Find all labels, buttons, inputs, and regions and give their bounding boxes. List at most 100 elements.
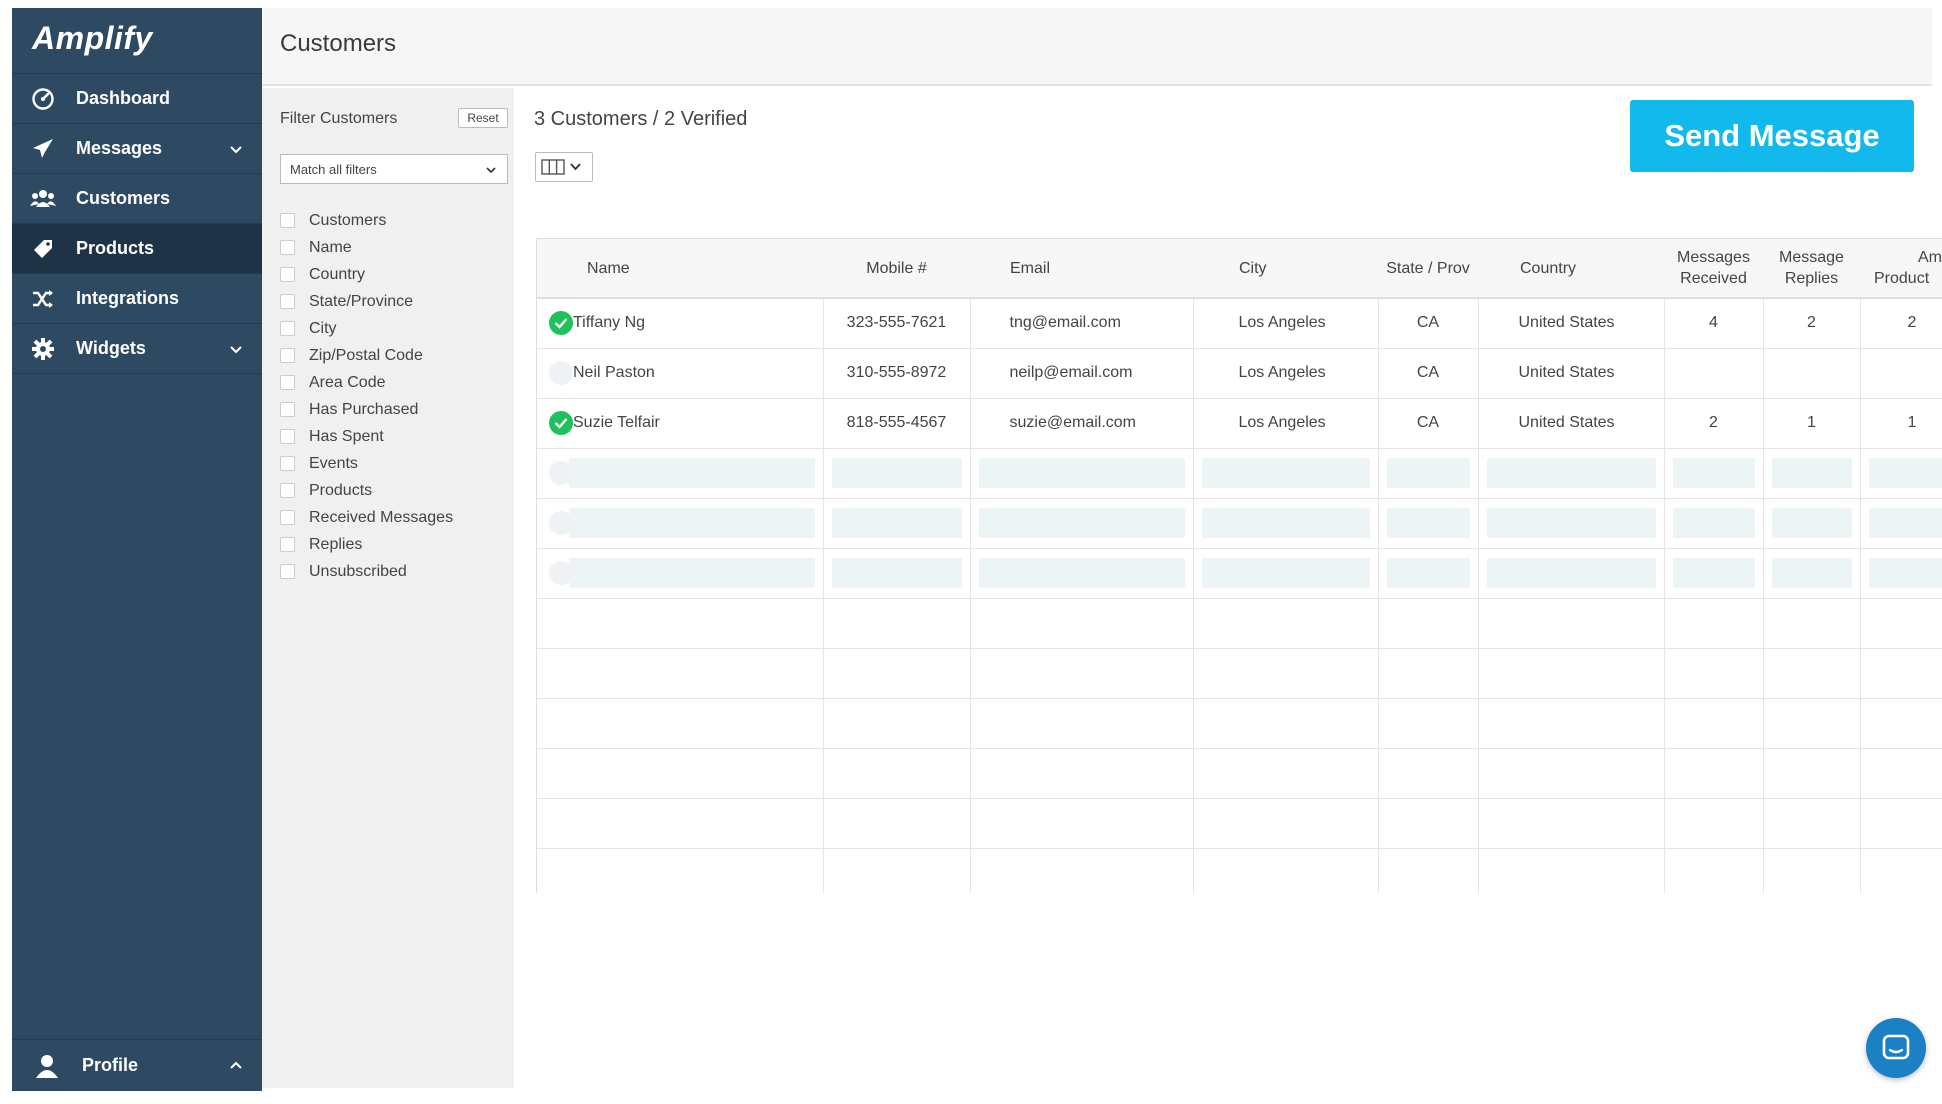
sidebar-item-label: Messages — [76, 138, 163, 158]
empty-row — [537, 698, 1942, 749]
checkbox[interactable] — [280, 240, 295, 255]
placeholder-row — [537, 448, 1942, 499]
column-header-name[interactable]: Name — [573, 239, 823, 299]
placeholder-cell — [1378, 448, 1479, 499]
filter-option[interactable]: State/Province — [280, 288, 453, 315]
table-row[interactable]: Tiffany Ng 323-555-7621 tng@email.com Lo… — [537, 298, 1942, 349]
empty-cell — [823, 748, 971, 799]
filter-option[interactable]: City — [280, 315, 453, 342]
empty-cell — [1378, 798, 1479, 849]
checkbox[interactable] — [280, 213, 295, 228]
header-line: Messages — [1677, 249, 1750, 266]
skeleton-bar — [1868, 508, 1942, 538]
sidebar-item-dashboard[interactable]: Dashboard — [12, 74, 262, 124]
empty-cell — [1664, 598, 1764, 649]
filter-option[interactable]: Unsubscribed — [280, 558, 453, 585]
reset-button[interactable]: Reset — [458, 108, 508, 128]
checkbox[interactable] — [280, 267, 295, 282]
column-header-city[interactable]: City — [1193, 239, 1378, 299]
skeleton-bar — [1868, 558, 1942, 588]
filter-option[interactable]: Name — [280, 234, 453, 261]
table-row[interactable]: Neil Paston 310-555-8972 neilp@email.com… — [537, 348, 1942, 399]
checkbox[interactable] — [280, 537, 295, 552]
table-header-row: Name Mobile # Email City State / Prov Co… — [537, 239, 1942, 299]
checkbox[interactable] — [280, 294, 295, 309]
placeholder-cell — [1478, 548, 1665, 599]
empty-cell — [573, 798, 824, 849]
column-header-mobile[interactable]: Mobile # — [823, 239, 970, 299]
placeholder-cell — [970, 498, 1194, 549]
send-message-button[interactable]: Send Message — [1630, 100, 1914, 172]
sidebar-item-label: Widgets — [76, 338, 146, 358]
cell-country: United States — [1478, 348, 1665, 399]
skeleton-bar — [1771, 458, 1852, 488]
placeholder-cell — [823, 548, 971, 599]
filter-option[interactable]: Received Messages — [280, 504, 453, 531]
filter-option[interactable]: Zip/Postal Code — [280, 342, 453, 369]
checkbox[interactable] — [280, 348, 295, 363]
chevron-up-icon[interactable] — [226, 1056, 246, 1076]
sidebar-item-integrations[interactable]: Integrations — [12, 274, 262, 324]
empty-cell — [1378, 848, 1479, 893]
placeholder-cell — [1860, 498, 1942, 549]
checkbox[interactable] — [280, 375, 295, 390]
sidebar-item-products[interactable]: Products — [12, 224, 262, 274]
checkbox[interactable] — [280, 429, 295, 444]
empty-cell — [1378, 598, 1479, 649]
sidebar-item-widgets[interactable]: Widgets — [12, 324, 262, 374]
empty-cell — [1664, 698, 1764, 749]
sidebar-item-messages[interactable]: Messages — [12, 124, 262, 174]
empty-cell — [1193, 598, 1379, 649]
checkbox[interactable] — [280, 402, 295, 417]
checkbox[interactable] — [280, 510, 295, 525]
cell-message-replies: 2 — [1763, 298, 1861, 349]
sidebar-item-customers[interactable]: Customers — [12, 174, 262, 224]
cell-messages-received — [1664, 348, 1764, 399]
column-header-messages-received[interactable]: Messages Received — [1664, 239, 1763, 299]
filter-option[interactable]: Products — [280, 477, 453, 504]
column-picker-button[interactable] — [535, 152, 593, 182]
column-header-message-replies[interactable]: Message Replies — [1763, 239, 1860, 299]
skeleton-bar — [1868, 458, 1942, 488]
filter-option[interactable]: Customers — [280, 207, 453, 234]
cell-name: Tiffany Ng — [573, 298, 824, 349]
sidebar-profile[interactable]: Profile — [12, 1039, 262, 1091]
profile-label: Profile — [82, 1055, 139, 1075]
skeleton-bar — [978, 508, 1185, 538]
filter-option[interactable]: Has Spent — [280, 423, 453, 450]
empty-cell — [1193, 648, 1379, 699]
cell-mobile: 323-555-7621 — [823, 298, 971, 349]
match-filters-select[interactable]: Match all filters — [280, 154, 508, 184]
column-header-amount-products[interactable]: Am Product — [1860, 239, 1942, 299]
chevron-down-icon[interactable] — [226, 339, 246, 359]
chevron-down-icon[interactable] — [226, 139, 246, 159]
empty-cell — [537, 648, 573, 699]
empty-cell — [970, 798, 1194, 849]
empty-row — [537, 648, 1942, 699]
sidebar: Amplify Dashboard Messages Customers Pro… — [12, 8, 262, 1091]
skeleton-bar — [1386, 508, 1470, 538]
shuffle-icon — [30, 286, 56, 312]
checkbox[interactable] — [280, 456, 295, 471]
table-row[interactable]: Suzie Telfair 818-555-4567 suzie@email.c… — [537, 398, 1942, 449]
empty-cell — [823, 648, 971, 699]
empty-cell — [1664, 798, 1764, 849]
cell-country: United States — [1478, 298, 1665, 349]
column-header-email[interactable]: Email — [970, 239, 1193, 299]
filter-option[interactable]: Events — [280, 450, 453, 477]
filter-option[interactable]: Country — [280, 261, 453, 288]
empty-cell — [1860, 848, 1942, 893]
filter-option[interactable]: Has Purchased — [280, 396, 453, 423]
checkbox[interactable] — [280, 483, 295, 498]
verified-check-icon — [549, 311, 573, 336]
filter-option[interactable]: Replies — [280, 531, 453, 558]
checkbox[interactable] — [280, 564, 295, 579]
chat-launcher-button[interactable] — [1866, 1018, 1926, 1078]
column-header-country[interactable]: Country — [1478, 239, 1664, 299]
checkbox[interactable] — [280, 321, 295, 336]
filter-option[interactable]: Area Code — [280, 369, 453, 396]
empty-row — [537, 848, 1942, 893]
empty-cell — [1860, 748, 1942, 799]
column-header-state[interactable]: State / Prov — [1378, 239, 1478, 299]
empty-cell — [1763, 648, 1861, 699]
